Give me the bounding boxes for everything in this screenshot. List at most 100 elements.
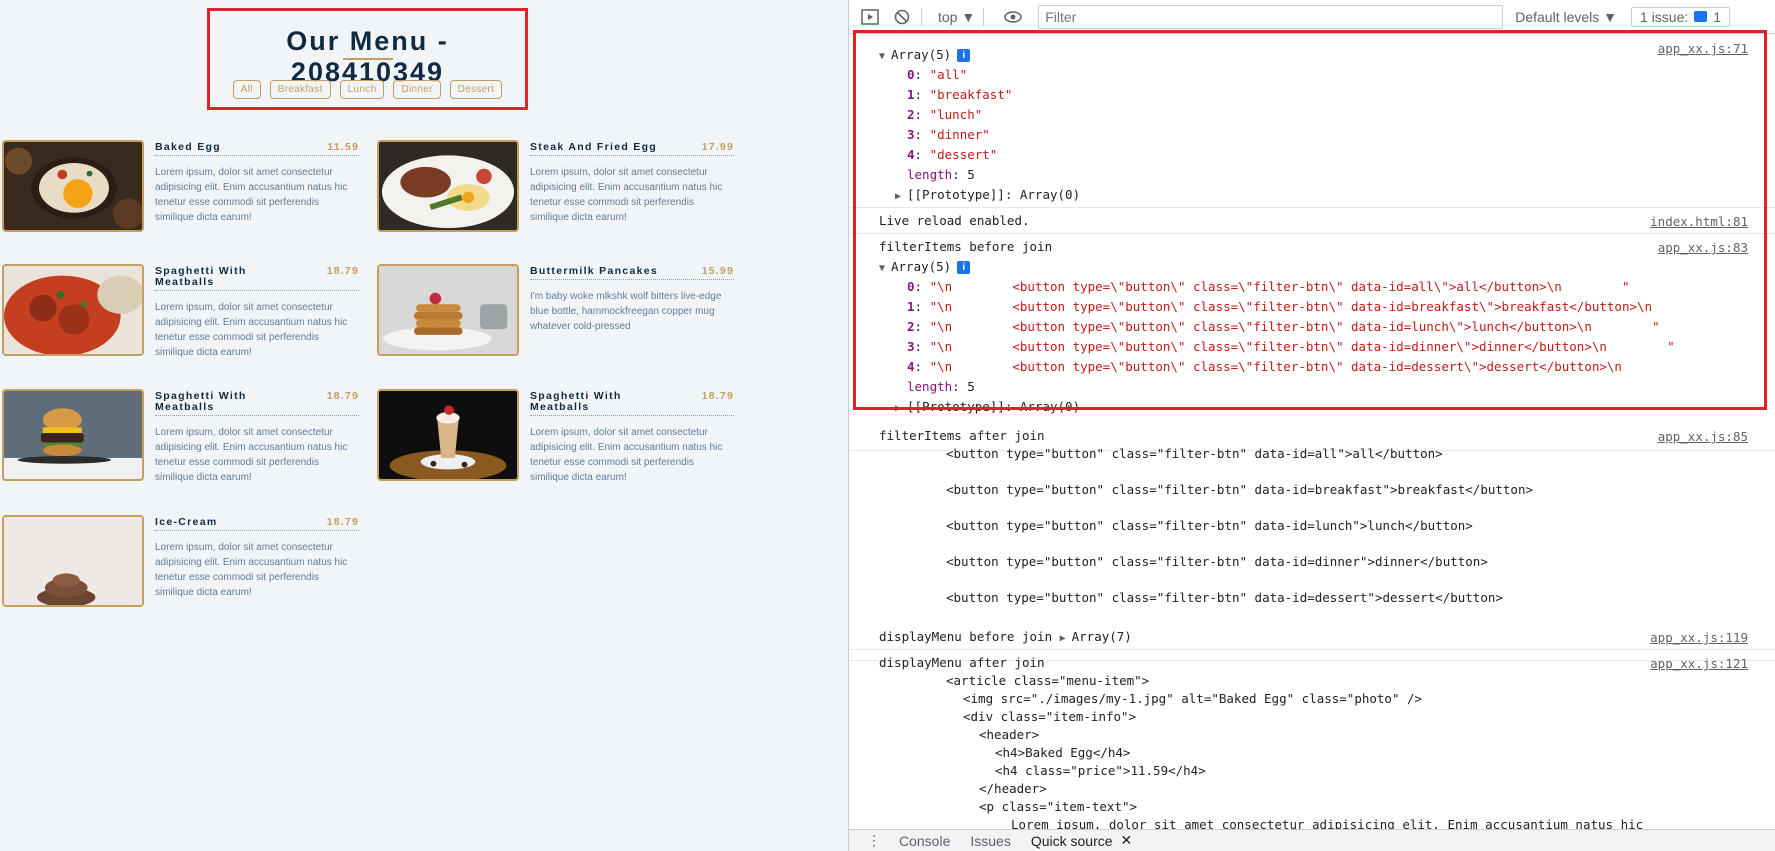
code-line: <button type="button" class="filter-btn"…	[946, 482, 1533, 497]
item-name: Steak And Fried Egg	[530, 141, 657, 153]
item-info: Spaghetti With Meatballs 18.79 Lorem ips…	[530, 391, 734, 485]
filter-dessert-button[interactable]: Dessert	[449, 80, 503, 99]
array-entry: 4: "dessert"	[907, 147, 998, 162]
array-summary[interactable]: ▼ Array(5) i	[879, 257, 971, 279]
filter-breakfast-button[interactable]: Breakfast	[269, 80, 331, 99]
array-entry: 2: "lunch"	[907, 107, 983, 122]
spaghetti-photo	[2, 264, 144, 356]
menu-item: Spaghetti With Meatballs 18.79 Lorem ips…	[2, 389, 362, 483]
sidebar-toggle-icon[interactable]	[859, 6, 881, 28]
issues-button[interactable]: 1 issue: 1	[1631, 6, 1731, 27]
expand-triangle-icon: ▼	[879, 263, 886, 274]
item-name: Buttermilk Pancakes	[530, 265, 658, 277]
item-info: Spaghetti With Meatballs 18.79 Lorem ips…	[155, 391, 359, 485]
item-info: Spaghetti With Meatballs 18.79 Lorem ips…	[155, 266, 359, 360]
prototype-entry[interactable]: ▶ [[Prototype]]: Array(0)	[895, 185, 1080, 207]
filter-buttons: All Breakfast Lunch Dinner Dessert	[210, 80, 525, 99]
burger-photo	[2, 389, 144, 481]
title-underline	[343, 58, 393, 60]
context-selector[interactable]: top ▼	[938, 9, 975, 25]
collapsed-triangle-icon: ▶	[895, 191, 902, 202]
log-levels-dropdown[interactable]: Default levels ▼	[1515, 9, 1617, 25]
ice-cream-photo	[2, 515, 144, 607]
code-line: <button type="button" class="filter-btn"…	[946, 518, 1473, 533]
item-text: Lorem ipsum, dolor sit amet consectetur …	[155, 542, 348, 598]
steak-photo	[377, 140, 519, 232]
menu-page: Our Menu - 208410349 All Breakfast Lunch…	[0, 0, 848, 851]
array-length: length: 5	[907, 167, 975, 182]
menu-item: Ice-Cream 18.79 Lorem ipsum, dolor sit a…	[2, 515, 362, 607]
item-price: 17.99	[701, 141, 734, 153]
issues-label: 1 issue:	[1640, 8, 1689, 25]
item-header: Ice-Cream 18.79	[155, 517, 359, 531]
prototype-entry[interactable]: ▶ [[Prototype]]: Array(0)	[895, 397, 1080, 419]
item-text: I'm baby woke mlkshk wolf bitters live-e…	[530, 291, 722, 332]
tab-quick-source[interactable]: Quick source	[1031, 833, 1113, 849]
collapsed-triangle-icon: ▶	[895, 403, 902, 414]
filter-lunch-button[interactable]: Lunch	[339, 80, 385, 99]
info-icon: i	[957, 49, 971, 62]
source-link[interactable]: app_xx.js:71	[1658, 41, 1748, 56]
close-icon[interactable]: ✕	[1121, 832, 1133, 849]
message-text: Live reload enabled.	[879, 213, 1030, 228]
source-link[interactable]: app_xx.js:85	[1658, 429, 1748, 444]
array-entry: 0: "\n <button type=\"button\" class=\"f…	[907, 279, 1630, 294]
item-price: 18.79	[326, 516, 359, 528]
array-entry: 3: "dinner"	[907, 127, 990, 142]
source-link[interactable]: index.html:81	[1650, 214, 1748, 229]
devtools-drawer-tabs: ⋮ Console Issues Quick source ✕	[849, 829, 1775, 851]
filter-all-button[interactable]: All	[232, 80, 261, 99]
array-entry: 0: "all"	[907, 67, 968, 82]
array-entry: 1: "\n <button type=\"button\" class=\"f…	[907, 299, 1653, 314]
item-header: Spaghetti With Meatballs 18.79	[155, 266, 359, 291]
source-link[interactable]: app_xx.js:119	[1650, 630, 1748, 645]
item-name: Spaghetti With Meatballs	[155, 390, 247, 413]
array-entry: 2: "\n <button type=\"button\" class=\"f…	[907, 319, 1660, 334]
item-header: Spaghetti With Meatballs 18.79	[155, 391, 359, 416]
code-line: <img src="./images/my-1.jpg" alt="Baked …	[963, 691, 1423, 706]
item-info: Buttermilk Pancakes 15.99 I'm baby woke …	[530, 266, 734, 334]
item-info: Steak And Fried Egg 17.99 Lorem ipsum, d…	[530, 142, 734, 225]
source-link[interactable]: app_xx.js:83	[1658, 240, 1748, 255]
more-tabs-icon[interactable]: ⋮	[867, 832, 881, 849]
source-link[interactable]: app_xx.js:121	[1650, 656, 1748, 671]
filter-input[interactable]	[1038, 4, 1504, 29]
item-name: Baked Egg	[155, 141, 221, 153]
array-length: length: 5	[907, 379, 975, 394]
message-text: displayMenu after join	[879, 655, 1045, 670]
filter-dinner-button[interactable]: Dinner	[393, 80, 441, 99]
page-title: Our Menu - 208410349	[286, 26, 449, 87]
item-text: Lorem ipsum, dolor sit amet consectetur …	[155, 167, 348, 223]
item-price: 11.59	[327, 141, 359, 153]
message-text: filterItems after join	[879, 428, 1045, 443]
menu-item: Baked Egg 11.59 Lorem ipsum, dolor sit a…	[2, 140, 362, 232]
console-message: app_xx.js:83 filterItems before join ▼ Ar…	[849, 234, 1775, 451]
code-line: <article class="menu-item">	[946, 673, 1150, 688]
console-message: app_xx.js:119 displayMenu before join ▶ A…	[849, 624, 1775, 650]
item-name: Spaghetti With Meatballs	[155, 265, 247, 288]
code-line: </header>	[979, 781, 1047, 796]
item-text: Lorem ipsum, dolor sit amet consectetur …	[155, 302, 348, 358]
code-line: <button type="button" class="filter-btn"…	[946, 590, 1503, 605]
info-icon: i	[957, 261, 971, 274]
array-entry: 3: "\n <button type=\"button\" class=\"f…	[907, 339, 1675, 354]
clear-console-icon[interactable]	[891, 6, 913, 28]
eye-icon[interactable]	[1002, 6, 1024, 28]
code-line: <button type="button" class="filter-btn"…	[946, 446, 1443, 461]
menu-item: Spaghetti With Meatballs 18.79 Lorem ips…	[2, 264, 362, 358]
menu-item: Spaghetti With Meatballs 18.79 Lorem ips…	[377, 389, 737, 483]
item-text: Lorem ipsum, dolor sit amet consectetur …	[530, 427, 723, 483]
tab-console[interactable]: Console	[899, 833, 950, 849]
item-info: Baked Egg 11.59 Lorem ipsum, dolor sit a…	[155, 142, 359, 225]
item-name: Ice-Cream	[155, 516, 218, 528]
code-line: <div class="item-info">	[963, 709, 1137, 724]
array-summary[interactable]: ▼ Array(5) i	[879, 45, 971, 67]
toolbar-separator	[921, 7, 922, 26]
toolbar-separator	[983, 7, 985, 26]
console-toolbar: top ▼ Default levels ▼ 1 issue: 1	[849, 0, 1775, 34]
item-header: Baked Egg 11.59	[155, 142, 359, 156]
item-price: 18.79	[701, 390, 734, 402]
item-price: 18.79	[326, 390, 359, 402]
tab-issues[interactable]: Issues	[970, 833, 1010, 849]
collapsed-triangle-icon[interactable]: ▶	[1060, 629, 1072, 649]
